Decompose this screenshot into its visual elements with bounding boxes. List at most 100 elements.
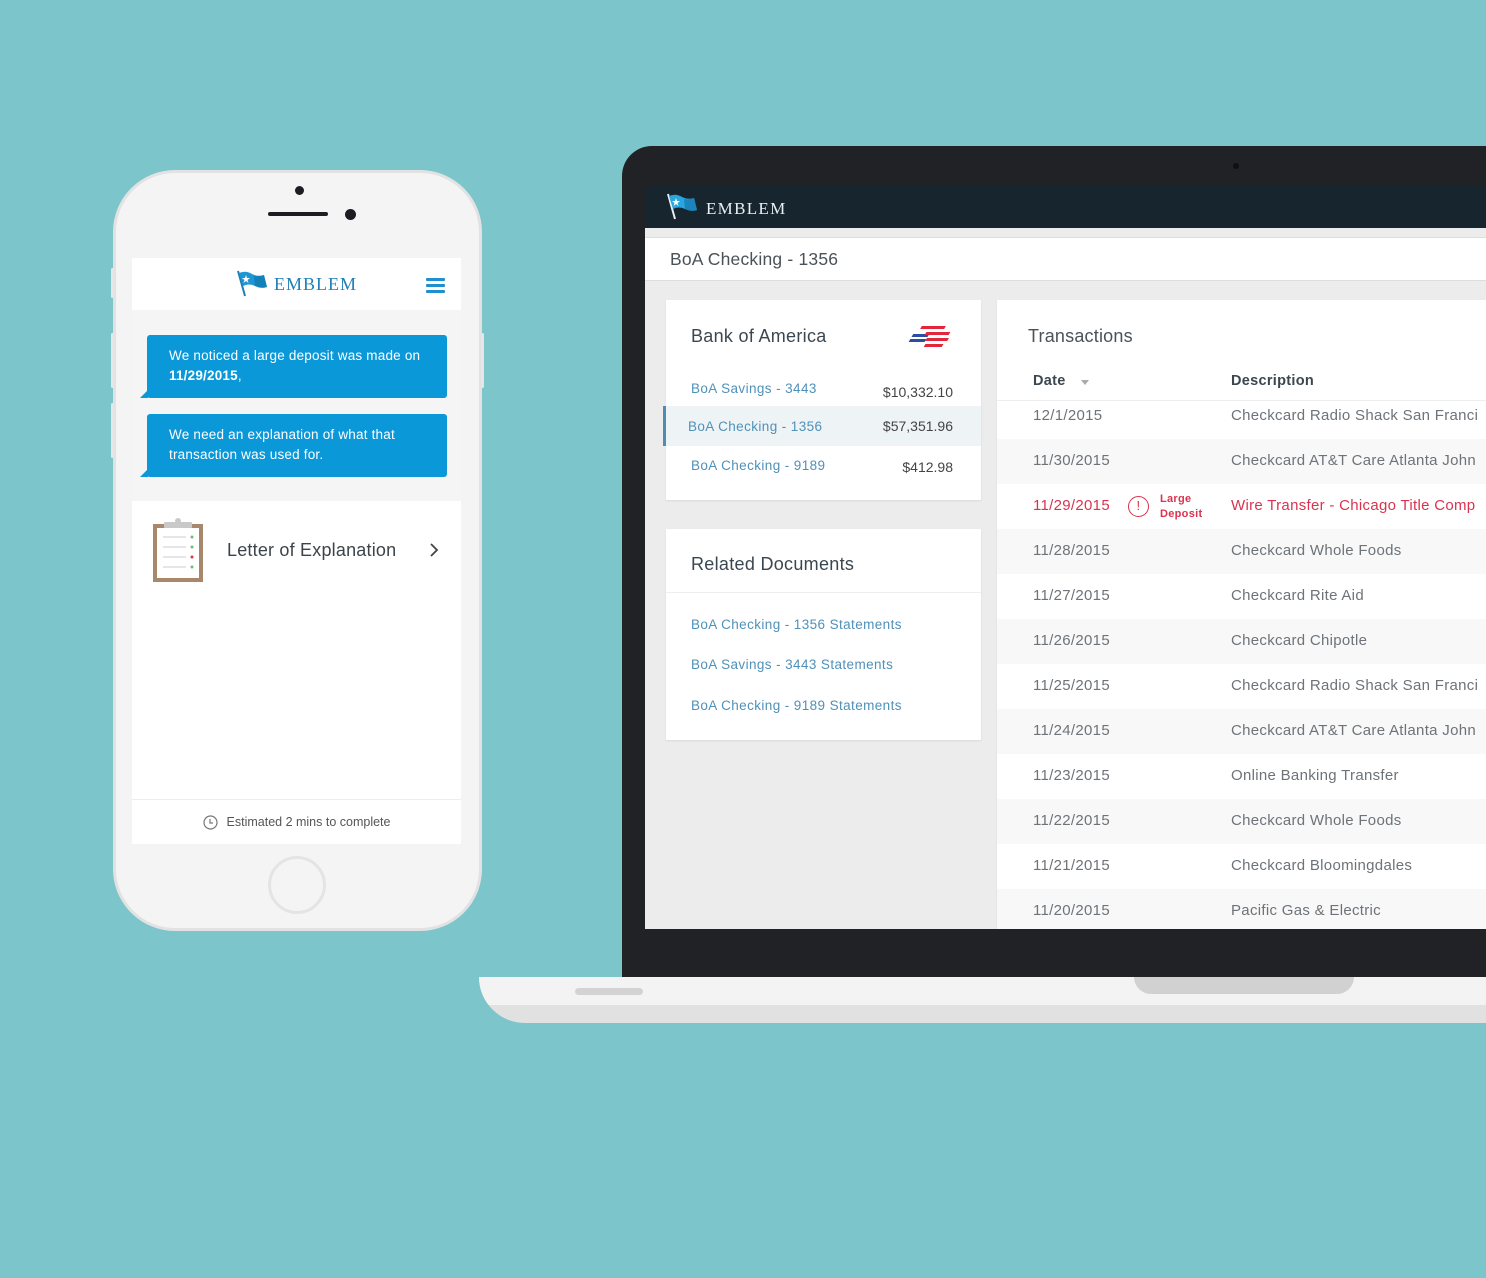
transaction-date: 11/28/2015: [1033, 542, 1110, 559]
account-balance: $57,351.96: [882, 418, 953, 434]
task-title: Letter of Explanation: [227, 539, 397, 560]
transaction-description: Checkcard AT&T Care Atlanta John: [1231, 452, 1476, 469]
app-topbar: EMBLEM: [645, 185, 1486, 228]
transaction-date: 11/26/2015: [1033, 632, 1110, 649]
transaction-date: 11/21/2015: [1033, 857, 1110, 874]
badge-line: Large: [1160, 493, 1192, 505]
laptop-hinge: [1134, 977, 1354, 994]
account-name: BoA Checking - 1356: [688, 418, 823, 434]
transaction-row[interactable]: 11/27/2015 Checkcard Rite Aid: [997, 574, 1486, 619]
transaction-description: Checkcard Chipotle: [1231, 632, 1368, 649]
phone-mute-switch: [111, 268, 114, 298]
phone-screen: EMBLEM We noticed a large deposit was ma…: [132, 258, 461, 844]
transaction-description: Wire Transfer - Chicago Title Comp: [1231, 497, 1476, 514]
phone-power-button: [481, 333, 484, 388]
transaction-row[interactable]: 12/1/2015 Checkcard Radio Shack San Franc…: [997, 394, 1486, 439]
account-balance: $412.98: [902, 458, 953, 475]
date-column-header[interactable]: Date: [1033, 373, 1066, 389]
document-link[interactable]: BoA Checking - 9189 Statements: [691, 698, 902, 713]
message-text: We noticed a large deposit was made on: [169, 348, 421, 363]
clipboard-icon: [153, 518, 203, 582]
clock-icon: [202, 814, 218, 830]
account-row[interactable]: BoA Savings - 3443 $10,332.10: [666, 368, 981, 408]
laptop-base: [479, 977, 1486, 1023]
transaction-row[interactable]: 11/21/2015 Checkcard Bloomingdales: [997, 844, 1486, 889]
transaction-description: Checkcard Radio Shack San Franci: [1231, 677, 1479, 694]
transaction-date: 11/27/2015: [1033, 587, 1110, 604]
phone-speaker: [268, 212, 328, 216]
transaction-description: Checkcard Rite Aid: [1231, 587, 1364, 604]
transaction-date: 11/24/2015: [1033, 722, 1110, 739]
divider: [666, 592, 981, 593]
laptop-screen: EMBLEM BoA Checking - 1356 Bank of Ameri…: [645, 185, 1486, 929]
transaction-row[interactable]: 11/26/2015 Checkcard Chipotle: [997, 619, 1486, 664]
phone-home-button: [268, 856, 326, 914]
transactions-title: Transactions: [1028, 326, 1133, 346]
transaction-row[interactable]: 11/30/2015 Checkcard AT&T Care Atlanta Jo…: [997, 439, 1486, 484]
page-title: BoA Checking - 1356: [645, 237, 1486, 281]
brand-name: EMBLEM: [273, 273, 357, 294]
document-link[interactable]: BoA Checking - 1356 Statements: [691, 617, 902, 632]
chat-message: We noticed a large deposit was made on 1…: [140, 335, 447, 398]
laptop-lid-notch: [575, 988, 643, 995]
chat-message: We need an explanation of what that tran…: [140, 414, 447, 477]
account-row-selected[interactable]: BoA Checking - 1356 $57,351.96: [663, 406, 981, 446]
transaction-description: Online Banking Transfer: [1231, 767, 1399, 784]
transaction-date: 11/22/2015: [1033, 812, 1110, 829]
alert-icon[interactable]: !: [1128, 496, 1149, 517]
account-balance: $10,332.10: [882, 384, 953, 400]
badge-line: Deposit: [1160, 508, 1203, 520]
transaction-date: 11/25/2015: [1033, 677, 1110, 694]
chevron-right-icon: [430, 543, 439, 557]
transaction-description: Checkcard Bloomingdales: [1231, 857, 1413, 874]
transaction-row[interactable]: 11/24/2015 Checkcard AT&T Care Atlanta Jo…: [997, 709, 1486, 754]
mobile-header: EMBLEM: [132, 258, 461, 310]
related-documents-title: Related Documents: [691, 554, 855, 574]
transaction-date: 11/30/2015: [1033, 452, 1110, 469]
estimate-text: Estimated 2 mins to complete: [226, 815, 391, 829]
hamburger-menu-icon[interactable]: [426, 278, 445, 293]
task-estimate: Estimated 2 mins to complete: [132, 799, 461, 844]
transactions-card: Transactions Date Description 12/1/2015 C…: [997, 300, 1486, 929]
transaction-date: 11/23/2015: [1033, 767, 1110, 784]
account-name: BoA Savings - 3443: [691, 380, 817, 396]
transaction-row[interactable]: 11/22/2015 Checkcard Whole Foods: [997, 799, 1486, 844]
account-row[interactable]: BoA Checking - 9189 $412.98: [666, 445, 981, 485]
account-name: BoA Checking - 9189: [691, 457, 826, 473]
transaction-date: 12/1/2015: [1033, 407, 1103, 424]
transaction-description: Checkcard Whole Foods: [1231, 812, 1402, 829]
phone-front-camera: [345, 209, 356, 220]
transaction-description: Checkcard Whole Foods: [1231, 542, 1402, 559]
task-card: Letter of Explanation Estimated 2 mins t…: [132, 501, 461, 844]
transaction-row[interactable]: 11/20/2015 Pacific Gas & Electric: [997, 889, 1486, 929]
phone-volume-down: [111, 403, 114, 458]
mobile-logo[interactable]: EMBLEM: [236, 270, 357, 298]
sort-desc-icon[interactable]: [1081, 380, 1089, 385]
flag-logo-icon: [237, 270, 267, 297]
transaction-row[interactable]: 11/28/2015 Checkcard Whole Foods: [997, 529, 1486, 574]
transaction-date: 11/29/2015: [1033, 497, 1110, 514]
message-punctuation: ,: [237, 368, 242, 383]
message-text: We need an explanation of what that tran…: [169, 427, 395, 462]
transaction-description: Pacific Gas & Electric: [1231, 902, 1381, 919]
transaction-row[interactable]: 11/25/2015 Checkcard Radio Shack San Fran…: [997, 664, 1486, 709]
document-link[interactable]: BoA Savings - 3443 Statements: [691, 657, 893, 672]
transaction-row[interactable]: 11/23/2015 Online Banking Transfer: [997, 754, 1486, 799]
bank-name: Bank of America: [691, 326, 827, 346]
flag-logo-icon[interactable]: [666, 193, 698, 221]
phone-sensor: [295, 186, 304, 195]
transaction-date: 11/20/2015: [1033, 902, 1110, 919]
description-column-header[interactable]: Description: [1231, 373, 1314, 389]
laptop-camera: [1233, 163, 1239, 169]
phone-mockup: EMBLEM We noticed a large deposit was ma…: [111, 170, 484, 931]
bank-of-america-logo: [908, 326, 951, 347]
message-date: 11/29/2015: [169, 368, 238, 383]
large-deposit-badge: Large Deposit: [1160, 492, 1202, 522]
letter-of-explanation-item[interactable]: Letter of Explanation: [132, 501, 461, 583]
brand-name: EMBLEM: [706, 198, 787, 218]
bank-accounts-card: Bank of America BoA Savings - 3443 $10,3…: [663, 300, 981, 500]
related-documents-card: Related Documents BoA Checking - 1356 St…: [666, 529, 981, 740]
transaction-row-flagged[interactable]: 11/29/2015! Large Deposit Wire Transfer - C…: [997, 484, 1486, 529]
transaction-description: Checkcard AT&T Care Atlanta John: [1231, 722, 1476, 739]
phone-volume-up: [111, 333, 114, 388]
